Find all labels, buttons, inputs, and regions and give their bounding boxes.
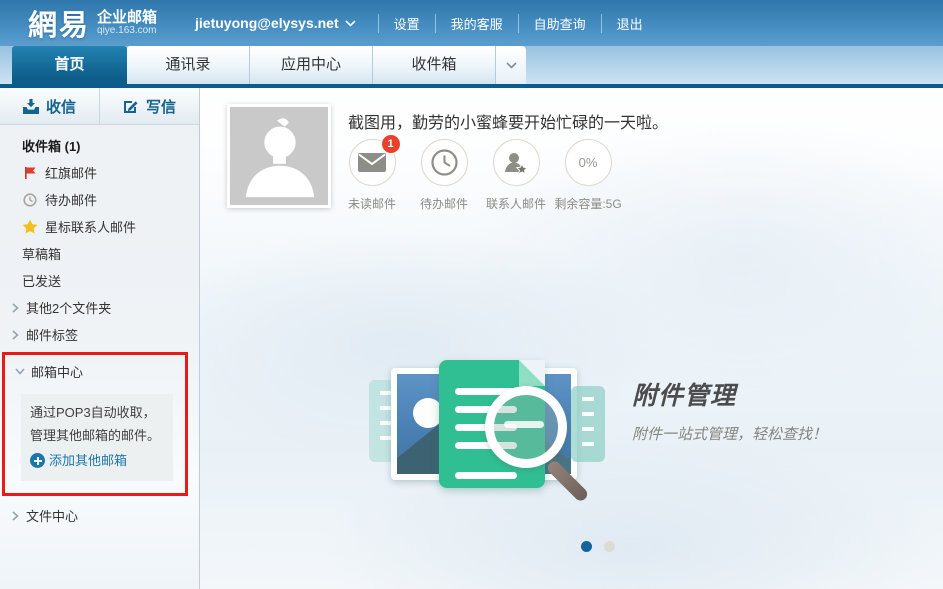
folder-label: 其他2个文件夹	[26, 298, 111, 317]
carousel-dots	[581, 541, 615, 552]
mail-action-strip: 收信 写信	[0, 88, 199, 125]
todo-mail-button[interactable]	[421, 139, 468, 186]
main-tabbar: 首页 通讯录 应用中心 收件箱	[0, 46, 943, 84]
carousel-dot-2[interactable]	[604, 541, 615, 552]
account-menu[interactable]: jietuyong@elysys.net	[195, 15, 356, 31]
stat-label: 剩余容量:5G	[552, 195, 624, 212]
topbar: 網易 企业邮箱 qiye.163.com jietuyong@elysys.ne…	[0, 0, 943, 46]
folder-list: 收件箱 (1) 红旗邮件 待办邮件	[0, 125, 199, 529]
stat-contact-mail: 联系人邮件	[480, 139, 552, 212]
tab-more-button[interactable]	[496, 46, 526, 84]
folder-label: 已发送	[22, 271, 61, 290]
brand-logo: 網易 企业邮箱 qiye.163.com	[28, 2, 157, 44]
stat-label: 未读邮件	[336, 195, 408, 212]
sidebar-item-sent[interactable]: 已发送	[0, 267, 199, 294]
stat-quota: 0% 剩余容量:5G	[552, 139, 624, 212]
unread-count-badge: 1	[382, 135, 400, 153]
banner-title: 附件管理	[632, 376, 827, 412]
sidebar-item-mail-tags[interactable]: 邮件标签	[0, 321, 199, 348]
quota-button[interactable]: 0%	[565, 139, 612, 186]
clock-icon	[22, 193, 38, 207]
sidebar-item-file-center[interactable]: 文件中心	[0, 502, 199, 529]
sidebar-item-todo-mail[interactable]: 待办邮件	[0, 186, 199, 213]
sidebar-item-drafts[interactable]: 草稿箱	[0, 240, 199, 267]
star-icon	[22, 219, 38, 234]
folder-label: 待办邮件	[45, 190, 97, 209]
chevron-right-icon	[10, 303, 20, 313]
contact-star-icon	[503, 151, 529, 175]
sidebar-item-other-folders[interactable]: 其他2个文件夹	[0, 294, 199, 321]
topbar-links: 设置 我的客服 自助查询 退出	[366, 14, 658, 33]
compose-mail-label: 写信	[146, 96, 176, 117]
folder-label: 草稿箱	[22, 244, 61, 263]
person-silhouette-icon	[230, 107, 328, 205]
folder-label: 收件箱 (1)	[22, 136, 81, 155]
settings-link[interactable]: 设置	[378, 14, 435, 33]
sidebar-item-inbox[interactable]: 收件箱 (1)	[0, 132, 199, 159]
chevron-right-icon	[10, 511, 20, 521]
compose-mail-button[interactable]: 写信	[100, 88, 199, 124]
customer-service-link[interactable]: 我的客服	[435, 14, 518, 33]
sidebar-item-mail-center[interactable]: 邮箱中心	[5, 358, 185, 385]
tab-home[interactable]: 首页	[12, 46, 127, 84]
sidebar-item-flagged-mail[interactable]: 红旗邮件	[0, 159, 199, 186]
quota-percent: 0%	[579, 155, 598, 170]
account-email: jietuyong@elysys.net	[195, 15, 339, 31]
contact-mail-button[interactable]	[493, 139, 540, 186]
folder-label: 星标联系人邮件	[45, 217, 136, 236]
mail-center-panel: 通过POP3自动收取，管理其他邮箱的邮件。 添加其他邮箱	[21, 394, 173, 481]
brand-domain: qiye.163.com	[97, 26, 157, 37]
brand-product: 企业邮箱	[97, 10, 157, 26]
envelope-icon	[358, 153, 386, 172]
unread-mail-button[interactable]: 1	[349, 139, 396, 186]
stat-label: 联系人邮件	[480, 195, 552, 212]
banner-subtitle: 附件一站式管理，轻松查找！	[632, 423, 827, 444]
stats-row: 1 未读邮件 待办邮件	[336, 139, 624, 212]
tab-contacts[interactable]: 通讯录	[127, 46, 250, 84]
avatar[interactable]	[227, 104, 331, 208]
add-other-mailbox-label: 添加其他邮箱	[49, 449, 127, 472]
chevron-down-icon	[506, 62, 517, 69]
logout-link[interactable]: 退出	[601, 14, 658, 33]
plus-circle-icon	[30, 453, 45, 468]
stat-label: 待办邮件	[408, 195, 480, 212]
stat-unread-mail: 1 未读邮件	[336, 139, 408, 212]
add-other-mailbox-link[interactable]: 添加其他邮箱	[30, 449, 164, 472]
receive-tray-icon	[23, 99, 39, 114]
main-content: 截图用，勤劳的小蜜蜂要开始忙碌的一天啦。 1 未读邮件	[200, 88, 943, 589]
self-service-link[interactable]: 自助查询	[518, 14, 601, 33]
mail-center-annotation-box: 邮箱中心 通过POP3自动收取，管理其他邮箱的邮件。 添加其他邮箱	[2, 352, 188, 496]
folder-label: 红旗邮件	[45, 163, 97, 182]
receive-mail-label: 收信	[46, 96, 76, 117]
flag-icon	[22, 166, 38, 180]
folder-label: 邮件标签	[26, 325, 78, 344]
folder-label: 邮箱中心	[31, 362, 83, 381]
mail-center-description: 通过POP3自动收取，管理其他邮箱的邮件。	[30, 405, 160, 443]
clock-icon	[431, 149, 458, 176]
carousel-dot-1[interactable]	[581, 541, 592, 552]
greeting-text: 截图用，勤劳的小蜜蜂要开始忙碌的一天啦。	[348, 109, 668, 133]
chevron-down-icon	[15, 368, 25, 375]
sidebar-item-starred-contacts-mail[interactable]: 星标联系人邮件	[0, 213, 199, 240]
receive-mail-button[interactable]: 收信	[0, 88, 100, 124]
compose-pencil-icon	[123, 98, 139, 114]
chevron-right-icon	[10, 330, 20, 340]
tab-inbox[interactable]: 收件箱	[373, 46, 496, 84]
magnifier-icon	[485, 386, 567, 468]
brand-logo-cn: 網易	[28, 2, 90, 44]
attachment-banner-text[interactable]: 附件管理 附件一站式管理，轻松查找！	[632, 376, 827, 444]
list-card-illustration	[571, 386, 605, 462]
folder-label: 文件中心	[26, 506, 78, 525]
chevron-down-icon	[345, 20, 356, 27]
tab-app-center[interactable]: 应用中心	[250, 46, 373, 84]
stat-todo-mail: 待办邮件	[408, 139, 480, 212]
sidebar: 收信 写信 收件箱 (1)	[0, 88, 200, 589]
